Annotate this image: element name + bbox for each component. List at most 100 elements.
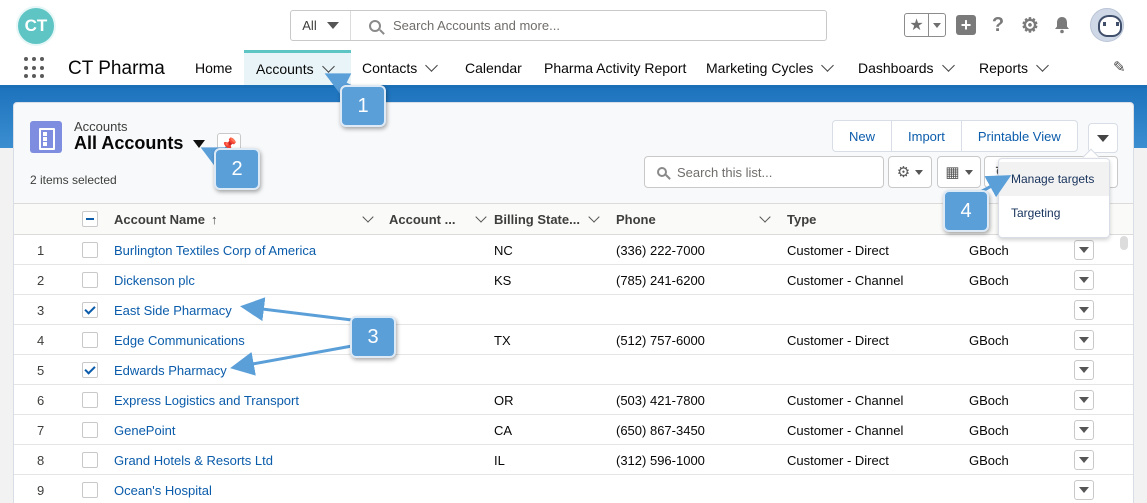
list-view-selector[interactable]: All Accounts: [74, 133, 206, 154]
menu-item-targeting[interactable]: Targeting: [999, 196, 1109, 230]
nav-item-dashboards[interactable]: Dashboards: [858, 50, 955, 85]
column-header-account-name[interactable]: Account Name ↑: [114, 204, 379, 234]
account-name-link[interactable]: Edge Communications: [114, 325, 245, 355]
row-number: 8: [37, 452, 45, 468]
chevron-down-icon[interactable]: [941, 58, 955, 72]
app-launcher-icon[interactable]: [24, 57, 46, 79]
row-checkbox[interactable]: [82, 242, 98, 258]
table-row[interactable]: 5 Edwards Pharmacy: [14, 355, 1133, 385]
row-actions-button[interactable]: [1074, 330, 1094, 350]
table-row[interactable]: 1 Burlington Textiles Corp of America NC…: [14, 235, 1133, 265]
billing-state-cell: NC: [494, 242, 513, 258]
chevron-down-icon[interactable]: [193, 139, 206, 148]
row-checkbox[interactable]: [82, 392, 98, 408]
bell-icon[interactable]: [1050, 13, 1074, 37]
nav-item-label: Marketing Cycles: [706, 59, 814, 76]
table-row[interactable]: 9 Ocean's Hospital: [14, 475, 1133, 503]
global-search-input[interactable]: Search Accounts and more...: [351, 11, 826, 40]
table-icon: ▦: [945, 164, 960, 181]
nav-item-reports[interactable]: Reports: [979, 50, 1049, 85]
account-name-link[interactable]: Ocean's Hospital: [114, 475, 212, 503]
org-logo[interactable]: CT: [16, 6, 56, 46]
row-checkbox-checked[interactable]: [82, 362, 98, 378]
nav-item-pharma-activity-report[interactable]: Pharma Activity Report: [544, 50, 686, 85]
help-icon[interactable]: ?: [986, 13, 1010, 37]
billing-state-cell: IL: [494, 452, 505, 468]
row-checkbox[interactable]: [82, 452, 98, 468]
chevron-down-icon: [1079, 277, 1089, 283]
select-all-checkbox[interactable]: [82, 204, 98, 234]
callout-badge: 1: [340, 85, 386, 127]
chevron-down-icon[interactable]: [821, 58, 835, 72]
row-number: 1: [37, 242, 45, 258]
row-checkbox[interactable]: [82, 422, 98, 438]
row-actions-button[interactable]: [1074, 480, 1094, 500]
row-actions-button[interactable]: [1074, 270, 1094, 290]
column-header-billing-state[interactable]: Billing State...: [494, 204, 604, 234]
chevron-down-icon[interactable]: [425, 58, 439, 72]
nav-item-marketing-cycles[interactable]: Marketing Cycles: [706, 50, 835, 85]
callout-badge: 4: [943, 190, 989, 232]
row-actions-button[interactable]: [1074, 300, 1094, 320]
menu-item-manage-targets[interactable]: Manage targets: [999, 162, 1109, 196]
account-name-link[interactable]: Burlington Textiles Corp of America: [114, 235, 316, 265]
chevron-down-icon[interactable]: [362, 211, 374, 223]
row-number: 7: [37, 422, 45, 438]
table-row[interactable]: 7 GenePoint CA (650) 867-3450 Customer -…: [14, 415, 1133, 445]
favorites-menu-button[interactable]: [929, 14, 945, 36]
list-search-input[interactable]: Search this list...: [644, 156, 884, 188]
nav-item-home[interactable]: Home: [195, 50, 232, 85]
table-row[interactable]: 4 Edge Communications TX (512) 757-6000 …: [14, 325, 1133, 355]
account-name-link[interactable]: Edwards Pharmacy: [114, 355, 227, 385]
search-scope-label: All: [302, 18, 317, 33]
star-icon[interactable]: ★: [905, 14, 929, 36]
column-header-account-site[interactable]: Account ...: [389, 204, 494, 234]
nav-item-accounts[interactable]: Accounts: [244, 50, 351, 85]
row-checkbox-checked[interactable]: [82, 302, 98, 318]
table-row[interactable]: 3 East Side Pharmacy: [14, 295, 1133, 325]
phone-cell: (512) 757-6000: [616, 332, 705, 348]
chevron-down-icon[interactable]: [1036, 58, 1049, 72]
import-button[interactable]: Import: [892, 121, 962, 151]
chevron-down-icon: [1079, 247, 1089, 253]
account-name-link[interactable]: Grand Hotels & Resorts Ltd: [114, 445, 273, 475]
gear-icon[interactable]: ⚙: [1018, 13, 1042, 37]
chevron-down-icon[interactable]: [588, 211, 600, 223]
table-row[interactable]: 2 Dickenson plc KS (785) 241-6200 Custom…: [14, 265, 1133, 295]
row-actions-button[interactable]: [1074, 240, 1094, 260]
table-row[interactable]: 8 Grand Hotels & Resorts Ltd IL (312) 59…: [14, 445, 1133, 475]
account-name-link[interactable]: Express Logistics and Transport: [114, 385, 299, 415]
column-header-phone[interactable]: Phone: [616, 204, 776, 234]
row-actions-button[interactable]: [1074, 390, 1094, 410]
chevron-down-icon[interactable]: [759, 211, 771, 223]
new-button[interactable]: New: [833, 121, 893, 151]
search-icon: [657, 167, 667, 177]
row-actions-button[interactable]: [1074, 420, 1094, 440]
more-actions-button[interactable]: [1088, 123, 1118, 153]
user-avatar[interactable]: [1090, 8, 1124, 42]
type-cell: Customer - Channel: [787, 422, 904, 438]
edit-nav-icon[interactable]: ✎: [1113, 58, 1129, 76]
list-settings-button[interactable]: ⚙: [888, 156, 932, 188]
table-row[interactable]: 6 Express Logistics and Transport OR (50…: [14, 385, 1133, 415]
table-scrollbar[interactable]: [1120, 236, 1128, 250]
chevron-down-icon[interactable]: [475, 211, 487, 223]
search-scope-select[interactable]: All: [291, 11, 351, 40]
checkbox-indeterminate[interactable]: [82, 211, 98, 227]
row-checkbox[interactable]: [82, 332, 98, 348]
nav-item-calendar[interactable]: Calendar: [465, 50, 522, 85]
printable-view-button[interactable]: Printable View: [962, 121, 1077, 151]
chevron-down-icon[interactable]: [321, 60, 335, 73]
account-name-link[interactable]: GenePoint: [114, 415, 175, 445]
chevron-down-icon: [933, 22, 941, 28]
row-checkbox[interactable]: [82, 272, 98, 288]
row-checkbox[interactable]: [82, 482, 98, 498]
column-header-type[interactable]: Type: [787, 204, 947, 234]
global-actions-button[interactable]: +: [954, 13, 978, 37]
nav-item-contacts[interactable]: Contacts: [362, 50, 439, 85]
account-name-link[interactable]: East Side Pharmacy: [114, 295, 232, 325]
display-as-button[interactable]: ▦: [937, 156, 981, 188]
account-name-link[interactable]: Dickenson plc: [114, 265, 195, 295]
row-actions-button[interactable]: [1074, 450, 1094, 470]
row-actions-button[interactable]: [1074, 360, 1094, 380]
